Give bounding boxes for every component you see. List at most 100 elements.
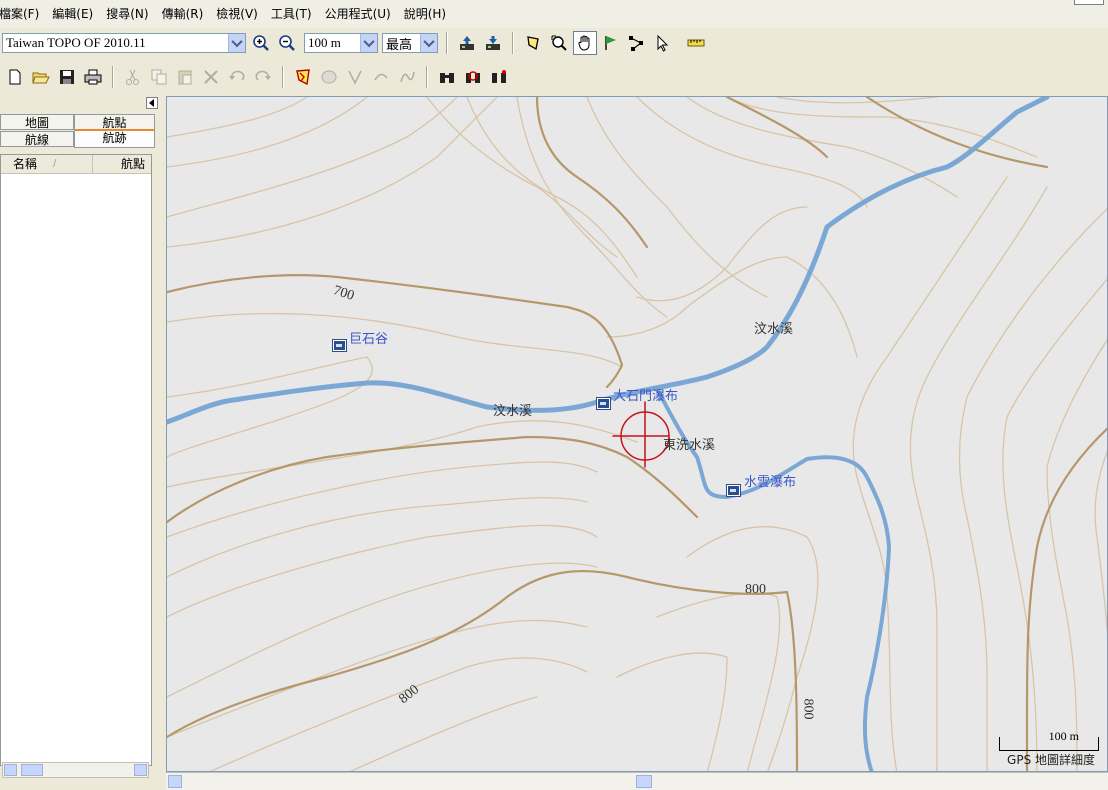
map-horizontal-scrollbar[interactable]	[166, 772, 1108, 790]
zoom-tool-button[interactable]	[547, 31, 571, 55]
menu-view[interactable]: 檢視(V)	[210, 0, 265, 28]
menu-file[interactable]: 檔案(F)	[0, 0, 46, 28]
menu-help[interactable]: 說明(H)	[398, 0, 453, 28]
column-name[interactable]: 名稱	[1, 155, 93, 173]
map-toolbar: Taiwan TOPO OF 2010.11 100 m 最高	[0, 28, 1108, 58]
copy-button[interactable]	[147, 65, 171, 89]
zoom-tool-icon	[551, 35, 567, 51]
toolbar-separator	[426, 66, 428, 88]
redo-icon	[255, 70, 271, 81]
find-button[interactable]	[435, 65, 459, 89]
send-to-device-button[interactable]	[455, 31, 479, 55]
split-track-icon	[348, 70, 362, 85]
track-properties-icon	[400, 71, 415, 83]
scroll-thumb[interactable]	[636, 775, 652, 788]
open-file-button[interactable]	[29, 65, 53, 89]
track-shield-icon	[296, 69, 310, 86]
tab-map[interactable]: 地圖	[0, 114, 74, 130]
binoculars-target-icon	[466, 71, 480, 83]
detail-level-value: 最高	[386, 36, 413, 52]
map-cursor	[612, 401, 670, 468]
chevron-down-icon[interactable]	[360, 34, 377, 52]
route-icon	[629, 36, 643, 51]
undo-button[interactable]	[225, 65, 249, 89]
zoom-scale-value: 100 m	[308, 35, 341, 50]
waterfall-icon[interactable]	[726, 484, 741, 497]
reverse-track-button[interactable]	[369, 65, 393, 89]
list-horizontal-scrollbar[interactable]	[2, 762, 149, 778]
new-file-button[interactable]	[3, 65, 27, 89]
chevron-down-icon[interactable]	[228, 34, 245, 52]
zoom-out-button[interactable]	[275, 31, 299, 55]
zoom-scale-select[interactable]: 100 m	[304, 33, 378, 53]
panel-collapse-button[interactable]	[146, 97, 158, 109]
map-product-value: Taiwan TOPO OF 2010.11	[6, 35, 146, 50]
route-tool-button[interactable]	[625, 31, 649, 55]
tab-tracks[interactable]: 航跡	[74, 129, 155, 148]
copy-icon	[151, 69, 167, 85]
scroll-left-button[interactable]	[168, 775, 182, 788]
poi-label-juxigu: 巨石谷	[349, 332, 389, 347]
upload-device-icon	[460, 36, 474, 50]
tab-routes[interactable]: 航線	[0, 131, 74, 147]
measure-tool-button[interactable]	[684, 31, 708, 55]
river-wenshui	[167, 97, 1050, 425]
split-track-button[interactable]	[343, 65, 367, 89]
poi-label-shuiyun: 水雲瀑布	[744, 475, 797, 490]
undo-icon	[229, 70, 245, 81]
zoom-in-button[interactable]	[249, 31, 273, 55]
contour-major-lines	[167, 97, 1107, 771]
close-icon	[204, 70, 218, 84]
waterfall-icon[interactable]	[596, 397, 611, 410]
receive-from-device-button[interactable]	[481, 31, 505, 55]
delete-button[interactable]	[199, 65, 223, 89]
scale-bar	[999, 737, 1099, 751]
save-button[interactable]	[55, 65, 79, 89]
scroll-thumb[interactable]	[21, 764, 43, 776]
chevron-down-icon[interactable]	[420, 34, 437, 52]
scroll-right-button[interactable]	[134, 764, 147, 776]
waypoint-tool-button[interactable]	[599, 31, 623, 55]
download-device-icon	[486, 36, 500, 50]
find-nearby-button[interactable]	[461, 65, 485, 89]
join-tracks-button[interactable]	[317, 65, 341, 89]
tab-waypoints[interactable]: 航點	[74, 114, 155, 130]
window-control[interactable]	[1074, 0, 1104, 5]
lasso-select-icon	[527, 36, 539, 51]
paste-button[interactable]	[173, 65, 197, 89]
selection-arrow-button[interactable]	[651, 31, 675, 55]
topo-map	[167, 97, 1107, 771]
toolbar-separator	[112, 66, 114, 88]
menu-tools[interactable]: 工具(T)	[265, 0, 319, 28]
menu-utilities[interactable]: 公用程式(U)	[319, 0, 398, 28]
printer-icon	[84, 69, 102, 85]
data-panel: 地圖 航點 航線 航跡 名稱 航點	[0, 96, 161, 790]
folder-open-icon	[32, 72, 50, 84]
stream-label-wenshui-ne: 汶水溪	[754, 322, 794, 337]
map-view[interactable]: 巨石谷 汶水溪 汶水溪 大石門瀑布 東洗水溪 水雲瀑布 700 800 800 …	[166, 96, 1108, 772]
find-address-button[interactable]	[487, 65, 511, 89]
redo-button[interactable]	[251, 65, 275, 89]
track-properties-button[interactable]	[395, 65, 419, 89]
print-button[interactable]	[81, 65, 105, 89]
select-tool-button[interactable]	[521, 31, 545, 55]
track-filter-button[interactable]	[291, 65, 315, 89]
stream-label-dongxi: 東洗水溪	[663, 438, 716, 453]
ruler-icon	[687, 39, 705, 47]
menu-find[interactable]: 搜尋(N)	[100, 0, 155, 28]
pan-tool-button[interactable]	[573, 31, 597, 55]
menu-edit[interactable]: 編輯(E)	[46, 0, 100, 28]
column-waypoint[interactable]: 航點	[93, 155, 151, 173]
map-detail-caption: GPS 地圖詳細度	[1007, 753, 1095, 767]
flag-icon	[605, 36, 616, 50]
cut-button[interactable]	[121, 65, 145, 89]
map-product-select[interactable]: Taiwan TOPO OF 2010.11	[2, 33, 246, 53]
poi-label-dashimen: 大石門瀑布	[613, 389, 679, 404]
scroll-left-button[interactable]	[4, 764, 17, 776]
binoculars-icon	[440, 73, 454, 83]
waterfall-icon[interactable]	[332, 339, 347, 352]
list-header: 名稱 航點	[1, 155, 151, 174]
detail-level-select[interactable]: 最高	[382, 33, 438, 53]
menu-transfer[interactable]: 傳輸(R)	[156, 0, 211, 28]
track-list[interactable]: 名稱 航點	[0, 154, 152, 766]
